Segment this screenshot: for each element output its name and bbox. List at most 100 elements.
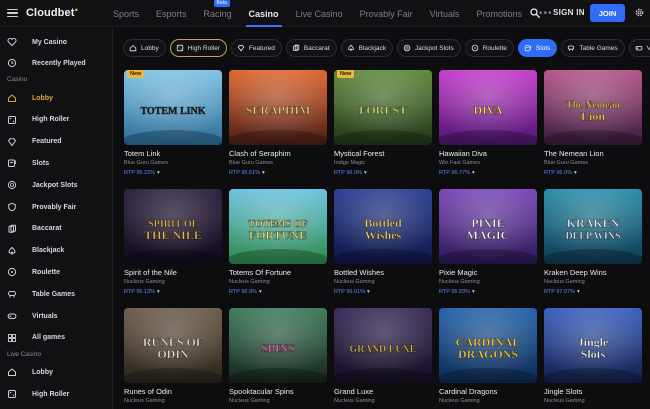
sidebar-item-high-roller[interactable]: High Roller [0,112,113,128]
sidebar-item-high-roller[interactable]: High Roller [0,386,113,402]
filter-chip-featured[interactable]: Featured [230,39,282,57]
rtp-dropdown[interactable]: RTP 95.83% ▾ [439,289,537,295]
game-thumbnail[interactable]: The Nemean Lion [544,70,642,145]
game-thumbnail[interactable]: CARDINAL DRAGONS [439,308,537,383]
nav-virtuals[interactable]: Virtuals [430,0,460,27]
sidebar-item-slots[interactable]: Slots [0,155,113,171]
filter-chip-table-games[interactable]: Table Games [561,39,625,57]
rtp-value: RTP 95.23% [124,170,155,176]
rtp-dropdown[interactable]: RTP 96.13% ▾ [124,289,222,295]
game-title[interactable]: Totem Link [124,149,222,158]
game-card[interactable]: Jingle Slots Jingle Slots Nucleus Gaming [544,308,642,404]
rtp-dropdown[interactable]: RTP 96.0% ▾ [334,170,432,176]
game-thumbnail[interactable]: GRAND LUXE [334,308,432,383]
game-thumbnail[interactable]: KRAKEN DEEP WINS [544,189,642,264]
game-title[interactable]: Jingle Slots [544,387,642,396]
sidebar-item-lobby[interactable]: Lobby [0,364,113,380]
game-thumbnail[interactable]: SPINS [229,308,327,383]
game-thumbnail[interactable]: TOTEM LINK New [124,70,222,145]
gear-icon[interactable] [634,7,645,18]
game-card[interactable]: GRAND LUXE Grand Luxe Nucleus Gaming [334,308,432,404]
game-title[interactable]: Runes of Odin [124,387,222,396]
game-title[interactable]: Spirit of the Nile [124,268,222,277]
game-title[interactable]: Hawaiian Diva [439,149,537,158]
game-card[interactable]: Bottled Wishes Bottled Wishes Nucleus Gami… [334,189,432,295]
game-thumbnail[interactable]: PIXIE MAGIC [439,189,537,264]
game-card[interactable]: KRAKEN DEEP WINS Kraken Deep Wins Nucleus … [544,189,642,295]
game-thumbnail[interactable]: TOTEMS OF FORTUNE [229,189,327,264]
sidebar-item-jackpot-slots[interactable]: Jackpot Slots [0,177,113,193]
game-title[interactable]: Grand Luxe [334,387,432,396]
game-card[interactable]: TOTEMS OF FORTUNE Totems Of Fortune Nucleu… [229,189,327,295]
filter-chip-high-roller[interactable]: High Roller [169,39,227,57]
filter-chip-lobby[interactable]: Lobby [123,39,166,57]
game-title[interactable]: Bottled Wishes [334,268,432,277]
join-button[interactable]: JOIN [590,4,625,22]
game-card[interactable]: FOREST New Mystical Forest Indigo Magic RTP… [334,70,432,176]
sidebar-item-provably-fair[interactable]: Provably Fair [0,199,113,215]
nav-live-casino[interactable]: Live Casino [296,0,343,27]
rtp-dropdown[interactable]: RTP 96.77% ▾ [439,170,537,176]
nav-racing[interactable]: Racing Beta [204,0,232,27]
sidebar-item-label: Lobby [32,94,53,102]
game-card[interactable]: SPINS Spooktacular Spins Nucleus Gaming [229,308,327,404]
nav-casino[interactable]: Casino [245,0,282,27]
game-card[interactable]: SERAPHIM Clash of Seraphim Blue Guru Game… [229,70,327,176]
search-icon[interactable] [530,8,540,18]
sidebar-item-virtuals[interactable]: Virtuals [0,308,113,324]
nav-provably-fair[interactable]: Provably Fair [360,0,413,27]
game-card[interactable]: The Nemean Lion The Nemean Lion Blue Guru … [544,70,642,176]
game-card[interactable]: CARDINAL DRAGONS Cardinal Dragons Nucleus … [439,308,537,404]
rtp-dropdown[interactable]: RTP 95.23% ▾ [124,170,222,176]
filter-chip-baccarat[interactable]: Baccarat [285,39,337,57]
game-thumbnail[interactable]: FOREST New [334,70,432,145]
game-card[interactable]: RUNES OF ODIN Runes of Odin Nucleus Gaming [124,308,222,404]
game-thumbnail[interactable]: SERAPHIM [229,70,327,145]
nav-esports[interactable]: Esports [156,0,187,27]
filter-chip-roulette[interactable]: Roulette [464,39,514,57]
sidebar-item-lobby[interactable]: Lobby [0,90,113,106]
more-menu-button[interactable]: ••• [539,0,553,27]
game-card[interactable]: TOTEM LINK New Totem Link Blue Guru Games R… [124,70,222,176]
rtp-dropdown[interactable]: RTP 96.9% ▾ [229,289,327,295]
sign-in-button[interactable]: SIGN IN [553,8,585,17]
filter-chip-virtuals[interactable]: Virtuals [628,39,650,57]
sidebar-item-my-casino[interactable]: My Casino [0,34,113,50]
game-thumbnail[interactable]: SPIRIT OF THE NILE [124,189,222,264]
game-title[interactable]: Clash of Seraphim [229,149,327,158]
game-card[interactable]: SPIRIT OF THE NILE Spirit of the Nile Nucl… [124,189,222,295]
rtp-dropdown[interactable]: RTP 96.0% ▾ [544,170,642,176]
menu-icon[interactable] [7,8,18,18]
sidebar-item-baccarat[interactable]: Baccarat [0,221,113,237]
filter-chip-slots[interactable]: Slots [517,39,558,57]
rtp-dropdown[interactable]: RTP 95.51% ▾ [229,170,327,176]
filter-chip-jackpot-slots[interactable]: Jackpot Slots [397,39,461,57]
rtp-dropdown[interactable]: RTP 96.01% ▾ [334,289,432,295]
nav-label: Sports [113,8,140,19]
game-card[interactable]: PIXIE MAGIC Pixie Magic Nucleus Gaming RTP … [439,189,537,295]
sidebar-item-roulette[interactable]: Roulette [0,264,113,280]
filter-chip-blackjack[interactable]: Blackjack [340,39,394,57]
new-badge: New [127,70,145,78]
sidebar-item-blackjack[interactable]: Blackjack [0,243,113,259]
sidebar-item-featured[interactable]: Featured [0,134,113,150]
game-thumbnail[interactable]: Bottled Wishes [334,189,432,264]
game-title[interactable]: Mystical Forest [334,149,432,158]
game-title[interactable]: Kraken Deep Wins [544,268,642,277]
game-thumbnail[interactable]: RUNES OF ODIN [124,308,222,383]
game-title[interactable]: Cardinal Dragons [439,387,537,396]
nav-promotions[interactable]: Promotions [476,0,522,27]
sidebar-item-table-games[interactable]: Table Games [0,286,113,302]
game-title[interactable]: The Nemean Lion [544,149,642,158]
game-thumbnail[interactable]: DIVA [439,70,537,145]
game-thumbnail[interactable]: Jingle Slots [544,308,642,383]
logo[interactable]: Cloudbet● [26,7,78,19]
rtp-dropdown[interactable]: RTP 97.07% ▾ [544,289,642,295]
game-title[interactable]: Spooktacular Spins [229,387,327,396]
game-title[interactable]: Totems Of Fortune [229,268,327,277]
game-card[interactable]: DIVA Hawaiian Diva Win Fast Games RTP 96.7… [439,70,537,176]
sidebar-item-all-games[interactable]: All games [0,330,113,346]
game-title[interactable]: Pixie Magic [439,268,537,277]
sidebar-item-recently-played[interactable]: Recently Played [0,55,113,71]
nav-sports[interactable]: Sports [113,0,139,27]
